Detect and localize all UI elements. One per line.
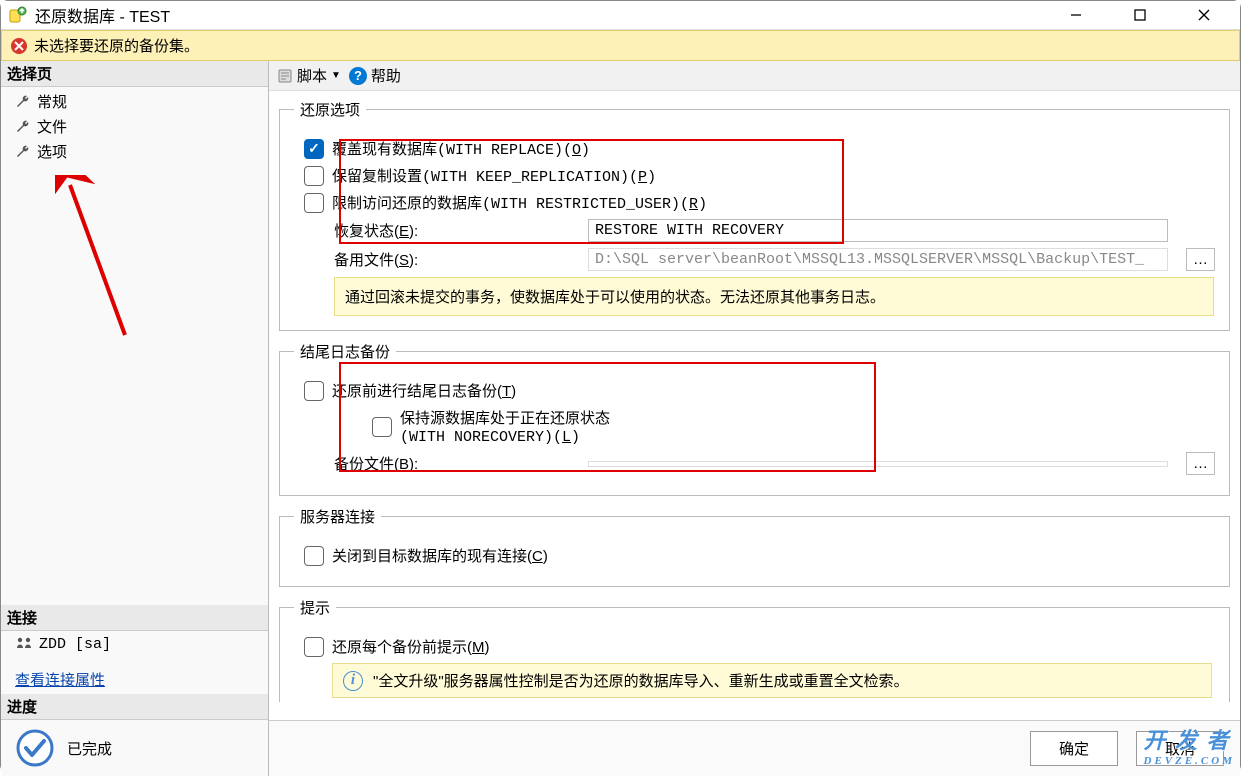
server-connection-group: 服务器连接 关闭到目标数据库的现有连接(C) — [279, 506, 1230, 587]
connection-header: 连接 — [1, 605, 268, 631]
backup-file-value[interactable] — [588, 461, 1168, 467]
select-page-header: 选择页 — [1, 61, 268, 87]
close-button[interactable] — [1184, 1, 1224, 29]
prompt-group: 提示 还原每个备份前提示(M) i "全文升级"服务器属性控制是否为还原的数据库… — [279, 597, 1230, 702]
tail-log-group: 结尾日志备份 还原前进行结尾日志备份(T) 保持源数据库处于正在还原状态(WIT… — [279, 341, 1230, 496]
restore-options-group: 还原选项 覆盖现有数据库(WITH REPLACE)(O) 保留复制设置(WIT… — [279, 99, 1230, 331]
keep-source-checkbox-row[interactable]: 保持源数据库处于正在还原状态(WITH NORECOVERY)(L) — [372, 407, 1215, 446]
window-title: 还原数据库 - TEST — [35, 3, 1056, 27]
prompt-each-checkbox[interactable] — [304, 637, 324, 657]
close-connections-checkbox[interactable] — [304, 546, 324, 566]
recovery-note: 通过回滚未提交的事务，使数据库处于可以使用的状态。无法还原其他事务日志。 — [334, 277, 1214, 316]
sidebar-item-files[interactable]: 文件 — [1, 114, 268, 139]
dialog-footer: 确定 取消 — [269, 720, 1240, 776]
keep-source-checkbox[interactable] — [372, 417, 392, 437]
standby-file-value[interactable]: D:\SQL server\beanRoot\MSSQL13.MSSQLSERV… — [588, 248, 1168, 271]
sidebar-item-general[interactable]: 常规 — [1, 89, 268, 114]
connection-info: ZDD [sa] — [1, 633, 268, 655]
fulltext-hint: i "全文升级"服务器属性控制是否为还原的数据库导入、重新生成或重置全文检索。 — [332, 663, 1212, 698]
progress-status: 已完成 — [1, 720, 268, 776]
restricted-user-checkbox-row[interactable]: 限制访问还原的数据库(WITH RESTRICTED_USER)(R) — [304, 192, 1215, 213]
info-icon: i — [343, 671, 363, 691]
backup-file-label: 备份文件(B): — [334, 453, 574, 474]
wrench-icon — [15, 144, 31, 160]
ok-button[interactable]: 确定 — [1030, 731, 1118, 766]
help-icon: ? — [349, 67, 367, 85]
error-icon — [10, 37, 28, 55]
tail-log-before-checkbox-row[interactable]: 还原前进行结尾日志备份(T) — [304, 380, 1215, 401]
toolbar: 脚本 ▼ ? 帮助 — [269, 61, 1240, 91]
view-connection-link[interactable]: 查看连接属性 — [1, 665, 268, 694]
script-button[interactable]: 脚本 ▼ — [277, 65, 341, 86]
progress-header: 进度 — [1, 694, 268, 720]
server-icon — [15, 635, 33, 653]
standby-browse-button[interactable]: … — [1186, 248, 1215, 271]
check-circle-icon — [15, 728, 55, 768]
wrench-icon — [15, 119, 31, 135]
overwrite-checkbox-row[interactable]: 覆盖现有数据库(WITH REPLACE)(O) — [304, 138, 1215, 159]
warning-bar: 未选择要还原的备份集。 — [1, 30, 1240, 61]
restricted-user-checkbox[interactable] — [304, 193, 324, 213]
recovery-state-label: 恢复状态(E): — [334, 220, 574, 241]
script-icon — [277, 68, 293, 84]
cancel-button[interactable]: 取消 — [1136, 731, 1224, 766]
minimize-button[interactable] — [1056, 1, 1096, 29]
backup-file-browse-button[interactable]: … — [1186, 452, 1215, 475]
warning-text: 未选择要还原的备份集。 — [34, 35, 199, 56]
titlebar: 还原数据库 - TEST — [1, 1, 1240, 30]
recovery-state-value[interactable]: RESTORE WITH RECOVERY — [588, 219, 1168, 242]
keep-replication-checkbox[interactable] — [304, 166, 324, 186]
sidebar-item-options[interactable]: 选项 — [1, 139, 268, 164]
prompt-each-checkbox-row[interactable]: 还原每个备份前提示(M) — [304, 636, 1215, 657]
standby-file-label: 备用文件(S): — [334, 249, 574, 270]
restore-db-icon — [9, 6, 27, 24]
maximize-button[interactable] — [1120, 1, 1160, 29]
chevron-down-icon: ▼ — [331, 70, 341, 81]
overwrite-checkbox[interactable] — [304, 139, 324, 159]
help-button[interactable]: ? 帮助 — [349, 65, 401, 86]
close-connections-checkbox-row[interactable]: 关闭到目标数据库的现有连接(C) — [304, 545, 1215, 566]
wrench-icon — [15, 94, 31, 110]
tail-log-before-checkbox[interactable] — [304, 381, 324, 401]
keep-replication-checkbox-row[interactable]: 保留复制设置(WITH KEEP_REPLICATION)(P) — [304, 165, 1215, 186]
